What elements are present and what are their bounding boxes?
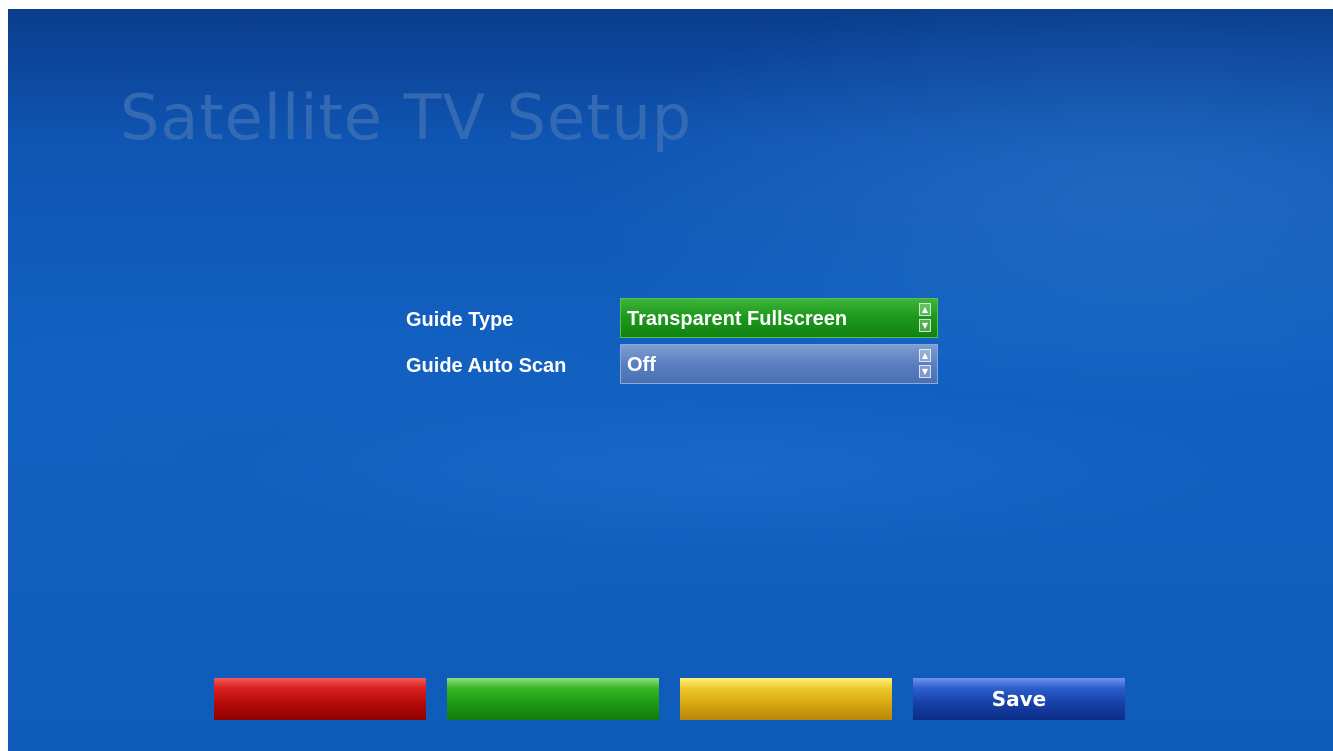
guide-auto-scan-label: Guide Auto Scan — [406, 355, 567, 377]
guide-type-value: Transparent Fullscreen — [627, 308, 848, 330]
guide-auto-scan-spinner: ▲ ▼ — [919, 349, 933, 380]
chevron-up-icon[interactable]: ▲ — [919, 303, 931, 316]
guide-type-spinner: ▲ ▼ — [919, 303, 933, 334]
guide-auto-scan-select[interactable]: Off ▲ ▼ — [620, 344, 938, 384]
save-button-label: Save — [991, 687, 1047, 711]
chevron-down-icon[interactable]: ▼ — [919, 319, 931, 332]
red-button[interactable] — [214, 678, 426, 720]
guide-auto-scan-value: Off — [627, 354, 656, 376]
green-button[interactable] — [447, 678, 659, 720]
chevron-down-icon[interactable]: ▼ — [919, 365, 931, 378]
guide-type-label: Guide Type — [406, 309, 514, 331]
chevron-up-icon[interactable]: ▲ — [919, 349, 931, 362]
tv-setup-screen: Satellite TV Setup Guide Type Transparen… — [8, 9, 1333, 751]
guide-type-select[interactable]: Transparent Fullscreen ▲ ▼ — [620, 298, 938, 338]
yellow-button[interactable] — [680, 678, 892, 720]
page-title: Satellite TV Setup — [120, 81, 693, 154]
save-button[interactable]: Save — [913, 678, 1125, 720]
